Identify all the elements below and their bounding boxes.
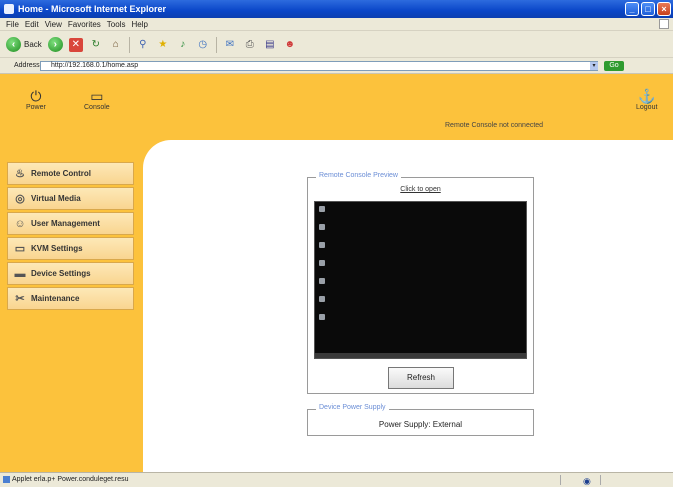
address-bar: Address http://192.168.0.1/home.asp ▾ Go [0, 59, 673, 74]
sidebar-item-label: Device Settings [31, 269, 91, 278]
console-label: Console [84, 104, 110, 111]
status-bar: Applet erla.p+ Power.conduleget.resu ◉ [0, 472, 673, 487]
remote-console-preview-panel: Remote Console Preview Click to open Ref… [307, 172, 534, 394]
status-divider [560, 475, 561, 485]
desktop-icon [319, 314, 325, 320]
desktop-icon [319, 242, 325, 248]
title-bar: Home - Microsoft Internet Explorer _ □ × [0, 0, 673, 18]
favorites-icon[interactable]: ★ [156, 38, 170, 52]
power-supply-value: External [432, 420, 463, 429]
power-supply-line: Power Supply: External [308, 420, 533, 429]
address-input[interactable]: http://192.168.0.1/home.asp [40, 61, 598, 71]
desktop-icon [319, 224, 325, 230]
go-button[interactable]: Go [604, 61, 624, 71]
search-icon[interactable]: ⚲ [136, 38, 150, 52]
windows-logo-icon [659, 19, 669, 29]
console-button[interactable]: ▭ Console [84, 88, 110, 111]
device-power-supply-panel: Device Power Supply Power Supply: Extern… [307, 404, 534, 436]
desktop-icon [319, 278, 325, 284]
sidebar-item-kvm-settings[interactable]: ▭ KVM Settings [7, 237, 134, 260]
kvm-settings-icon: ▭ [14, 243, 26, 255]
status-divider [600, 475, 601, 485]
sidebar-item-label: User Management [31, 219, 100, 228]
sidebar-item-virtual-media[interactable]: ◎ Virtual Media [7, 187, 134, 210]
window-controls: _ □ × [625, 2, 671, 16]
ie-app-icon [4, 4, 14, 14]
menu-edit[interactable]: Edit [25, 18, 39, 30]
forward-arrow-icon[interactable]: › [47, 37, 63, 52]
sidebar-nav: ♨ Remote Control ◎ Virtual Media ☺ User … [7, 162, 134, 312]
logout-label: Logout [636, 104, 658, 111]
window-title: Home - Microsoft Internet Explorer [18, 4, 167, 14]
toolbar-separator [128, 36, 130, 53]
power-button[interactable]: ⏻ Power [26, 88, 46, 111]
browser-toolbar: ‹ Back › ✕ ↻ ⌂ ⚲ ★ ♪ ◷ ✉ ⎙ ▤ ☻ [0, 32, 673, 58]
sidebar-item-user-management[interactable]: ☺ User Management [7, 212, 134, 235]
status-text: Applet erla.p+ Power.conduleget.resu [12, 476, 129, 483]
refresh-button[interactable]: Refresh [388, 367, 454, 389]
power-supply-legend: Device Power Supply [316, 404, 389, 411]
sidebar-item-label: KVM Settings [31, 244, 83, 253]
sidebar-item-label: Remote Control [31, 169, 91, 178]
refresh-icon[interactable]: ↻ [89, 38, 103, 52]
desktop-icon [319, 260, 325, 266]
browser-window: Home - Microsoft Internet Explorer _ □ ×… [0, 0, 673, 487]
back-arrow-icon[interactable]: ‹ [6, 37, 21, 52]
click-to-open-link[interactable]: Click to open [308, 186, 533, 193]
sidebar-item-label: Maintenance [31, 294, 80, 303]
app-header: ⏻ Power ▭ Console Remote Console not con… [0, 74, 673, 140]
sidebar-item-maintenance[interactable]: ✂ Maintenance [7, 287, 134, 310]
address-label: Address [14, 62, 40, 69]
device-settings-icon: ▬ [14, 267, 26, 280]
toolbar-separator [215, 36, 217, 53]
stop-icon[interactable]: ✕ [68, 37, 83, 52]
media-icon[interactable]: ♪ [176, 38, 190, 52]
menu-file[interactable]: File [6, 18, 19, 30]
sidebar-item-device-settings[interactable]: ▬ Device Settings [7, 262, 134, 285]
sidebar-item-label: Virtual Media [31, 194, 81, 203]
maximize-button[interactable]: □ [641, 2, 655, 16]
sidebar-item-remote-control[interactable]: ♨ Remote Control [7, 162, 134, 185]
menu-bar: File Edit View Favorites Tools Help [0, 18, 673, 31]
console-status-text: Remote Console not connected [445, 122, 544, 129]
remote-control-icon: ♨ [15, 168, 25, 180]
maintenance-icon: ✂ [15, 293, 25, 305]
virtual-media-icon: ◎ [15, 193, 25, 205]
logout-button[interactable]: ⚓ Logout [636, 88, 657, 111]
edit-icon[interactable]: ▤ [263, 38, 277, 52]
menu-favorites[interactable]: Favorites [68, 18, 101, 30]
menu-tools[interactable]: Tools [107, 18, 126, 30]
close-button[interactable]: × [657, 2, 671, 16]
menu-view[interactable]: View [45, 18, 62, 30]
messenger-icon[interactable]: ☻ [283, 38, 297, 52]
power-supply-label: Power Supply: [378, 420, 431, 429]
history-icon[interactable]: ◷ [196, 38, 210, 52]
sidebar: ♨ Remote Control ◎ Virtual Media ☺ User … [0, 140, 143, 472]
power-label: Power [26, 104, 46, 111]
address-dropdown-icon[interactable]: ▾ [590, 62, 598, 70]
back-button-label[interactable]: Back [24, 40, 42, 49]
preview-legend: Remote Console Preview [316, 172, 401, 179]
home-icon[interactable]: ⌂ [109, 38, 123, 52]
desktop-icon [319, 206, 325, 212]
print-icon[interactable]: ⎙ [243, 38, 257, 52]
page-status-icon [3, 476, 10, 483]
remote-taskbar [315, 353, 526, 358]
logout-icon: ⚓ [637, 88, 656, 104]
desktop-icon [319, 296, 325, 302]
power-icon: ⏻ [30, 88, 42, 104]
minimize-button[interactable]: _ [625, 2, 639, 16]
console-icon: ▭ [90, 88, 104, 104]
menu-help[interactable]: Help [131, 18, 147, 30]
mail-icon[interactable]: ✉ [223, 38, 237, 52]
user-management-icon: ☺ [14, 217, 26, 230]
console-preview-screen[interactable] [314, 201, 527, 359]
